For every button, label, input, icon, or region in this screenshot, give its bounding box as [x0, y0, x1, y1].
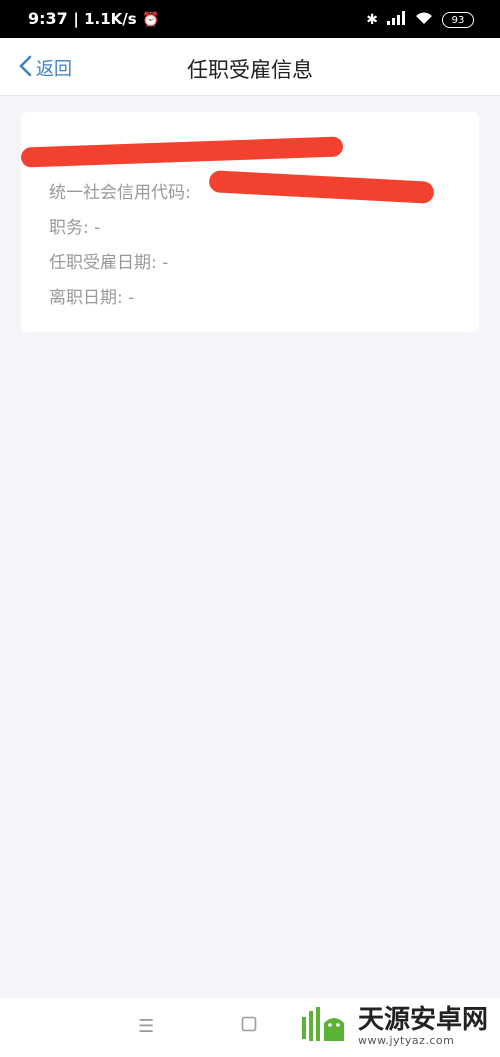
- home-square-icon[interactable]: [241, 1016, 257, 1037]
- nav-bar: 返回 任职受雇信息: [0, 38, 500, 96]
- status-time: 9:37 | 1.1K/s ⏰: [28, 9, 160, 28]
- redaction-mark: [208, 170, 435, 204]
- employment-date-row: 任职受雇日期: -: [49, 253, 169, 273]
- credit-code-label: 统一社会信用代码:: [49, 183, 191, 203]
- employment-card: 统一社会信用代码: 职务: - 任职受雇日期: - 离职日期: -: [20, 112, 479, 332]
- signal-icon: [386, 10, 406, 29]
- menu-icon[interactable]: ☰: [138, 1016, 154, 1037]
- bluetooth-icon: ✱: [366, 11, 378, 28]
- network-rate: 1.1K/s: [84, 10, 137, 28]
- status-icons: ✱ 93: [366, 10, 474, 29]
- watermark: 天源安卓网 www.jytyaz.com: [300, 1003, 488, 1049]
- leave-date-row: 离职日期: -: [49, 288, 135, 308]
- watermark-text: 天源安卓网 www.jytyaz.com: [358, 1006, 488, 1047]
- watermark-title: 天源安卓网: [357, 1004, 488, 1035]
- page-title: 任职受雇信息: [187, 58, 313, 82]
- alarm-icon: ⏰: [142, 12, 160, 28]
- battery-icon: 93: [442, 11, 474, 28]
- status-bar: 9:37 | 1.1K/s ⏰ ✱ 93: [0, 0, 500, 38]
- clock-text: 9:37: [28, 9, 68, 28]
- watermark-url: www.jytyaz.com: [357, 1033, 455, 1047]
- wifi-icon: [414, 10, 434, 29]
- redaction-mark: [20, 136, 344, 168]
- android-logo-icon: [300, 1003, 350, 1049]
- credit-code-row: 统一社会信用代码:: [49, 178, 191, 203]
- position-row: 职务: -: [49, 218, 101, 238]
